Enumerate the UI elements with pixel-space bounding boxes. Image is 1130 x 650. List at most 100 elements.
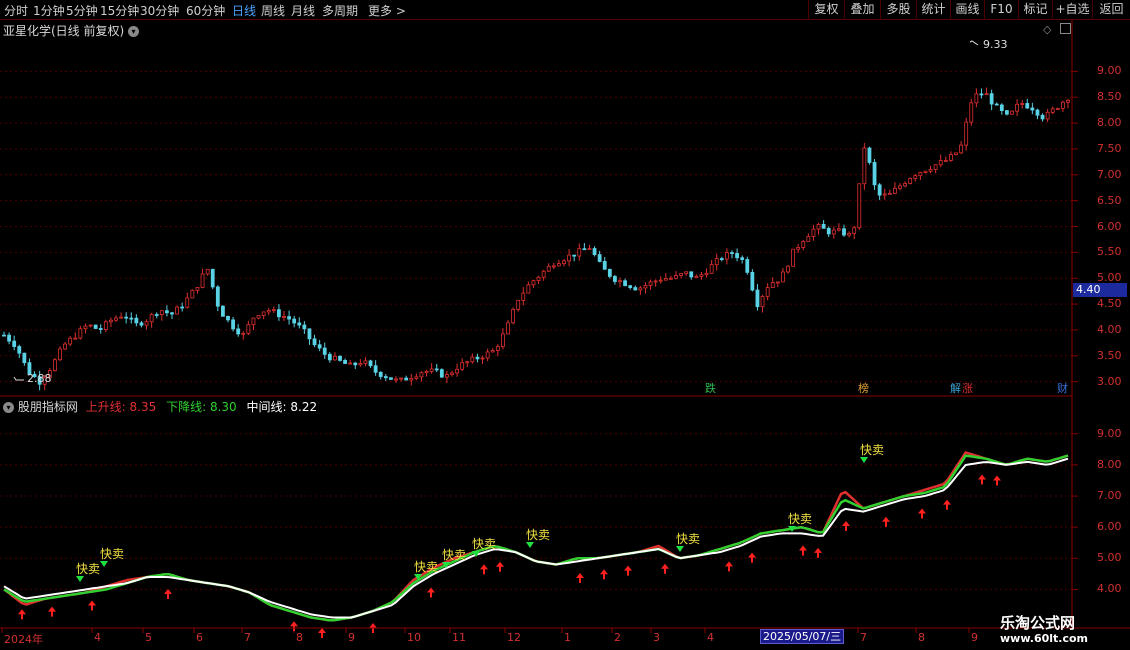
candle-body <box>887 192 892 195</box>
candle-body <box>98 328 103 330</box>
candle-body <box>327 353 332 361</box>
candle-body <box>704 272 709 276</box>
candlestick-series <box>2 87 1070 391</box>
month-label: 1 <box>564 631 571 644</box>
y-tick-label: 9.00 <box>1097 64 1122 78</box>
candle-body <box>821 224 826 229</box>
chevron-down-icon[interactable]: ▾ <box>3 402 14 413</box>
candle-body <box>501 333 505 347</box>
candle-body <box>261 311 266 316</box>
candle-body <box>643 285 648 289</box>
candle-body <box>999 104 1004 111</box>
candle-body <box>1035 109 1040 116</box>
candle-body <box>236 328 241 335</box>
event-badge-list[interactable]: 榜 <box>857 382 870 396</box>
candle-body <box>460 362 465 370</box>
candle-body <box>175 306 179 315</box>
candle-body <box>984 93 989 96</box>
candle-body <box>882 193 887 196</box>
month-label: 8 <box>296 631 303 644</box>
candle-body <box>22 352 27 364</box>
candle-body <box>368 360 373 367</box>
sell-signal-label: 快卖 <box>526 528 551 542</box>
indicator-title: ▾ 股朋指标网 上升线: 8.35 下降线: 8.30 中间线: 8.22 <box>3 398 317 415</box>
candle-body <box>394 378 398 381</box>
chart-canvas[interactable] <box>0 0 1130 650</box>
candle-body <box>913 175 918 179</box>
candle-body <box>455 368 459 374</box>
candle-body <box>450 372 454 376</box>
candle-body <box>730 252 734 254</box>
candle-body <box>923 170 928 173</box>
event-badge-rise[interactable]: 涨 <box>961 382 974 396</box>
candle-body <box>745 259 750 273</box>
candle-body <box>256 315 261 319</box>
indicator-tick-label: 8.00 <box>1097 457 1122 471</box>
stock-chart-app: 分时 1分钟 5分钟 15分钟 30分钟 60分钟 日线 周线 月线 多周期 更… <box>0 0 1130 650</box>
candle-body <box>2 334 6 337</box>
indicator-tick-label: 6.00 <box>1097 520 1122 534</box>
candle-body <box>1030 107 1035 111</box>
candle-body <box>439 369 444 378</box>
candle-body <box>7 334 11 342</box>
candle-body <box>282 316 286 319</box>
sell-signal-label: 快卖 <box>76 562 101 576</box>
candle-body <box>943 160 948 162</box>
y-tick-label: 5.50 <box>1097 245 1122 259</box>
candle-body <box>1010 110 1014 115</box>
candle-body <box>679 273 683 276</box>
candle-body <box>760 295 765 308</box>
candle-body <box>628 285 633 288</box>
candle-body <box>221 305 225 317</box>
candle-body <box>816 224 821 230</box>
candle-body <box>1005 110 1009 115</box>
candle-body <box>1050 108 1055 113</box>
candle-body <box>867 147 872 163</box>
mid-line-value: 8.22 <box>290 400 318 414</box>
candle-body <box>429 368 434 372</box>
candle-body <box>53 359 57 372</box>
candle-body <box>215 286 220 307</box>
high-price-label: 9.33 <box>983 38 1008 51</box>
candle-body <box>689 271 694 278</box>
candle-body <box>933 164 938 170</box>
candle-body <box>399 377 403 380</box>
event-badge-finance[interactable]: 财 <box>1056 382 1069 396</box>
candle-body <box>139 322 144 326</box>
candle-body <box>526 284 531 294</box>
y-tick-label: 8.50 <box>1097 90 1122 104</box>
candle-body <box>954 152 958 156</box>
candle-body <box>750 271 755 291</box>
candle-body <box>226 315 230 321</box>
candle-body <box>322 347 327 355</box>
month-label: 2024年 <box>4 633 43 646</box>
candle-body <box>964 121 969 146</box>
candle-body <box>669 277 673 280</box>
candle-body <box>277 309 281 318</box>
candle-body <box>862 147 867 185</box>
candle-body <box>378 371 383 377</box>
candle-body <box>994 103 999 106</box>
candle-body <box>765 287 770 297</box>
candle-body <box>68 337 73 345</box>
candle-body <box>231 319 235 330</box>
candle-body <box>623 280 627 287</box>
candle-body <box>1015 103 1019 112</box>
event-badge-drop[interactable]: 跌 <box>704 382 717 396</box>
candle-body <box>73 337 78 340</box>
up-line-value: 8.35 <box>129 400 157 414</box>
candle-body <box>58 348 62 361</box>
y-tick-label: 6.00 <box>1097 219 1122 233</box>
low-price-label: 2.88 <box>27 372 52 385</box>
candle-body <box>842 228 846 236</box>
candle-body <box>317 344 322 349</box>
candle-body <box>190 289 195 299</box>
candle-body <box>572 254 577 257</box>
candle-body <box>613 276 617 282</box>
candle-body <box>195 287 200 291</box>
candle-body <box>475 356 480 360</box>
y-tick-label: 3.00 <box>1097 374 1122 388</box>
candle-body <box>638 287 643 291</box>
mid-line-label: 中间线: <box>246 400 287 414</box>
indicator-tick-label: 5.00 <box>1097 551 1122 565</box>
